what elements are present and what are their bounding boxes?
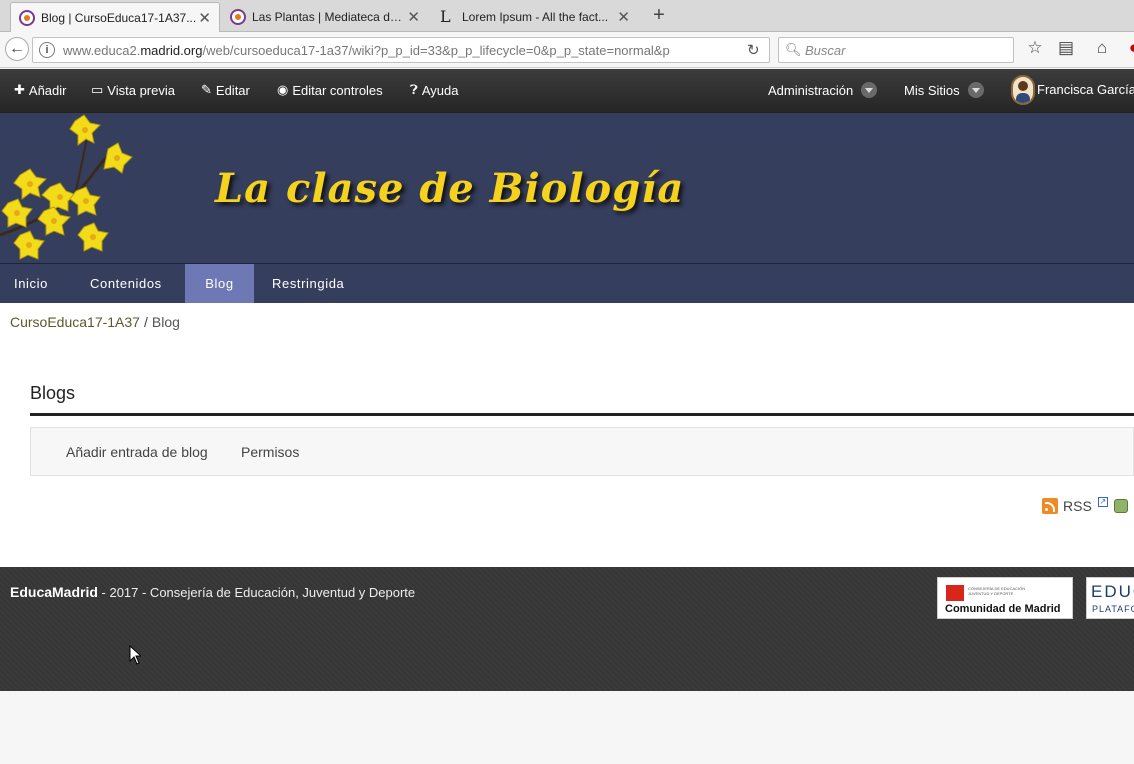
educa-logo-text: EDUCA — [1091, 582, 1134, 601]
user-menu[interactable]: Francisca García — [1037, 82, 1134, 97]
educamadrid-favicon-icon — [19, 10, 35, 26]
edit-controls-label: Editar controles — [292, 82, 383, 98]
educamadrid-logo[interactable]: EDUCA PLATAFORMA — [1086, 577, 1134, 619]
bookmark-star-icon[interactable]: ☆ — [1025, 38, 1045, 58]
monitor-icon: ▭ — [91, 82, 104, 97]
mouse-cursor-icon — [129, 645, 141, 665]
cam-logo-name: Comunidad de Madrid — [945, 603, 1061, 615]
help-icon: ❓︎ — [410, 82, 418, 97]
educa-logo-subtitle: PLATAFORMA — [1092, 604, 1134, 614]
eye-icon: ◉ — [277, 82, 289, 97]
reading-list-icon[interactable]: ▤ — [1056, 38, 1076, 58]
avatar[interactable] — [1011, 75, 1035, 105]
chevron-down-icon — [861, 82, 878, 98]
admin-dockbar: ✚ Añadir ▭ Vista previa ✎ Editar ◉ Edita… — [0, 69, 1134, 112]
preview-label: Vista previa — [107, 82, 175, 98]
footer-brand: EducaMadrid — [10, 584, 98, 600]
footer-text: EducaMadrid - 2017 - Consejería de Educa… — [10, 584, 415, 600]
close-tab-icon[interactable]: ✕ — [198, 9, 211, 27]
browser-tab-blog[interactable]: Blog | CursoEduca17-1A37... ✕ — [10, 2, 220, 33]
educamadrid-favicon-icon — [230, 9, 246, 25]
site-navigation: Inicio Contenidos Blog Restringida — [0, 263, 1134, 304]
portlet-divider — [30, 413, 1134, 416]
breadcrumb-current: Blog — [151, 314, 180, 330]
tab-title: Lorem Ipsum - All the fact... — [462, 10, 609, 24]
admin-label: Administración — [768, 82, 854, 98]
new-tab-button[interactable]: + — [648, 4, 670, 27]
help-label: Ayuda — [421, 82, 459, 98]
external-link-icon: ↗ — [1097, 497, 1108, 507]
help-button[interactable]: ❓︎ Ayuda — [410, 82, 458, 98]
flower-logo-icon — [0, 114, 133, 260]
rss-icon — [1042, 498, 1058, 514]
add-button[interactable]: ✚ Añadir — [14, 82, 66, 98]
home-icon[interactable]: ⌂ — [1092, 38, 1112, 58]
tab-title: Blog | CursoEduca17-1A37... — [41, 11, 197, 25]
browser-tab-strip: Blog | CursoEduca17-1A37... ✕ Las Planta… — [0, 0, 1134, 33]
site-footer: EducaMadrid - 2017 - Consejería de Educa… — [0, 567, 1134, 691]
subscribe-icon[interactable] — [1113, 499, 1128, 513]
nav-item-contenidos[interactable]: Contenidos — [76, 264, 176, 304]
breadcrumb: CursoEduca17-1A37/Blog — [10, 314, 180, 330]
preview-button[interactable]: ▭ Vista previa — [91, 82, 175, 98]
page-background — [0, 691, 1134, 764]
breadcrumb-link-site[interactable]: CursoEduca17-1A37 — [10, 314, 140, 330]
reload-icon[interactable]: ↻ — [747, 41, 760, 59]
my-sites-label: Mis Sitios — [904, 82, 960, 98]
add-label: Añadir — [28, 82, 67, 98]
site-info-icon[interactable]: i — [39, 42, 55, 58]
search-icon: 🔍︎ — [785, 42, 802, 57]
search-input[interactable]: 🔍︎ Buscar — [778, 37, 1014, 63]
user-name: Francisca García — [1037, 82, 1134, 97]
nav-item-inicio[interactable]: Inicio — [0, 264, 62, 304]
browser-window: Blog | CursoEduca17-1A37... ✕ Las Planta… — [0, 0, 1134, 764]
browser-nav-bar: ← i www.educa2.madrid.org/web/cursoeduca… — [0, 32, 1134, 68]
lorem-favicon-icon: L — [440, 7, 451, 26]
edit-controls-button[interactable]: ◉ Editar controles — [277, 82, 383, 98]
my-sites-menu[interactable]: Mis Sitios — [904, 82, 984, 98]
edit-button[interactable]: ✎ Editar — [201, 82, 250, 98]
rss-label: RSS — [1063, 498, 1092, 514]
edit-label: Editar — [215, 82, 250, 98]
add-blog-entry-button[interactable]: Añadir entrada de blog — [66, 444, 208, 460]
browser-tab-lorem[interactable]: L Lorem Ipsum - All the fact... ✕ — [432, 2, 638, 32]
portlet-title: Blogs — [30, 383, 76, 403]
edit-icon: ✎ — [201, 82, 212, 97]
main-content: CursoEduca17-1A37/Blog Blogs Añadir entr… — [0, 303, 1134, 567]
rss-link[interactable]: RSS ↗ — [1042, 497, 1128, 514]
footer-copyright: - 2017 - Consejería de Educación, Juvent… — [97, 585, 416, 600]
stop-icon[interactable]: ● — [1124, 38, 1134, 58]
admin-menu[interactable]: Administración — [768, 82, 878, 98]
breadcrumb-separator: / — [143, 314, 148, 330]
back-button[interactable]: ← — [5, 37, 29, 61]
cam-logo-small-text: CONSEJERÍA DE EDUCACIÓN JUVENTUD Y DEPORT… — [968, 586, 1026, 596]
nav-item-blog[interactable]: Blog — [185, 264, 254, 304]
comunidad-madrid-logo[interactable]: CONSEJERÍA DE EDUCACIÓN JUVENTUD Y DEPORT… — [937, 577, 1073, 619]
address-bar[interactable]: i www.educa2.madrid.org/web/cursoeduca17… — [32, 37, 770, 63]
plus-icon: ✚ — [14, 82, 25, 97]
url-text: www.educa2.madrid.org/web/cursoeduca17-1… — [63, 43, 670, 58]
permissions-button[interactable]: Permisos — [241, 444, 299, 460]
close-tab-icon[interactable]: ✕ — [617, 8, 630, 26]
nav-item-restringida[interactable]: Restringida — [258, 264, 358, 304]
site-header-banner: La clase de Biología — [0, 112, 1134, 263]
madrid-flag-icon — [946, 585, 964, 601]
close-tab-icon[interactable]: ✕ — [407, 8, 420, 26]
blog-toolbar: Añadir entrada de blog Permisos — [30, 427, 1134, 476]
site-title: La clase de Biología — [215, 165, 685, 212]
chevron-down-icon — [967, 82, 984, 98]
search-placeholder: Buscar — [805, 43, 846, 58]
tab-title: Las Plantas | Mediateca de... — [252, 10, 402, 24]
browser-tab-plantas[interactable]: Las Plantas | Mediateca de... ✕ — [222, 2, 428, 32]
